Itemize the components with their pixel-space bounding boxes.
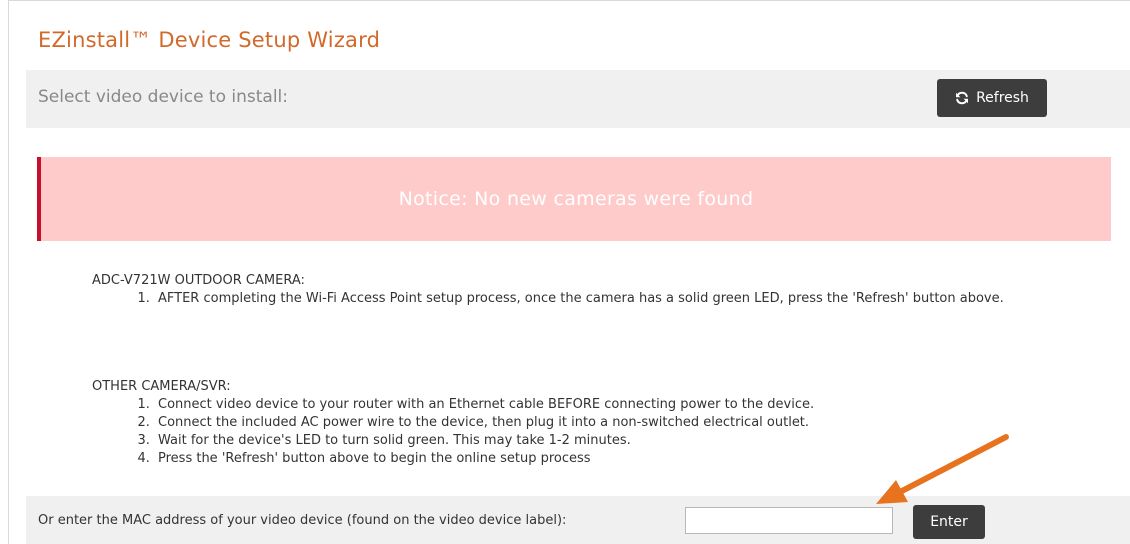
outdoor-camera-steps: AFTER completing the Wi-Fi Access Point … <box>92 290 1112 308</box>
refresh-button[interactable]: Refresh <box>937 79 1047 117</box>
select-device-label: Select video device to install: <box>38 87 289 107</box>
annotation-arrow <box>876 434 1009 504</box>
enter-button[interactable]: Enter <box>913 505 985 539</box>
other-camera-heading: OTHER CAMERA/SVR: <box>92 379 231 394</box>
refresh-button-label: Refresh <box>976 90 1029 106</box>
notice-text: Notice: No new cameras were found <box>398 188 754 210</box>
instruction-step: Connect video device to your router with… <box>154 396 1112 414</box>
select-device-bar: Select video device to install: Refresh <box>26 70 1130 128</box>
mac-address-label: Or enter the MAC address of your video d… <box>38 513 567 528</box>
refresh-icon <box>955 91 969 105</box>
instruction-step: AFTER completing the Wi-Fi Access Point … <box>154 290 1112 308</box>
outdoor-camera-heading: ADC-V721W OUTDOOR CAMERA: <box>92 273 305 288</box>
notice-banner: Notice: No new cameras were found <box>37 157 1111 241</box>
mac-address-input[interactable] <box>685 507 893 534</box>
wizard-title: EZinstall™ Device Setup Wizard <box>38 28 381 52</box>
outdoor-camera-instructions: ADC-V721W OUTDOOR CAMERA: AFTER completi… <box>92 272 1112 308</box>
